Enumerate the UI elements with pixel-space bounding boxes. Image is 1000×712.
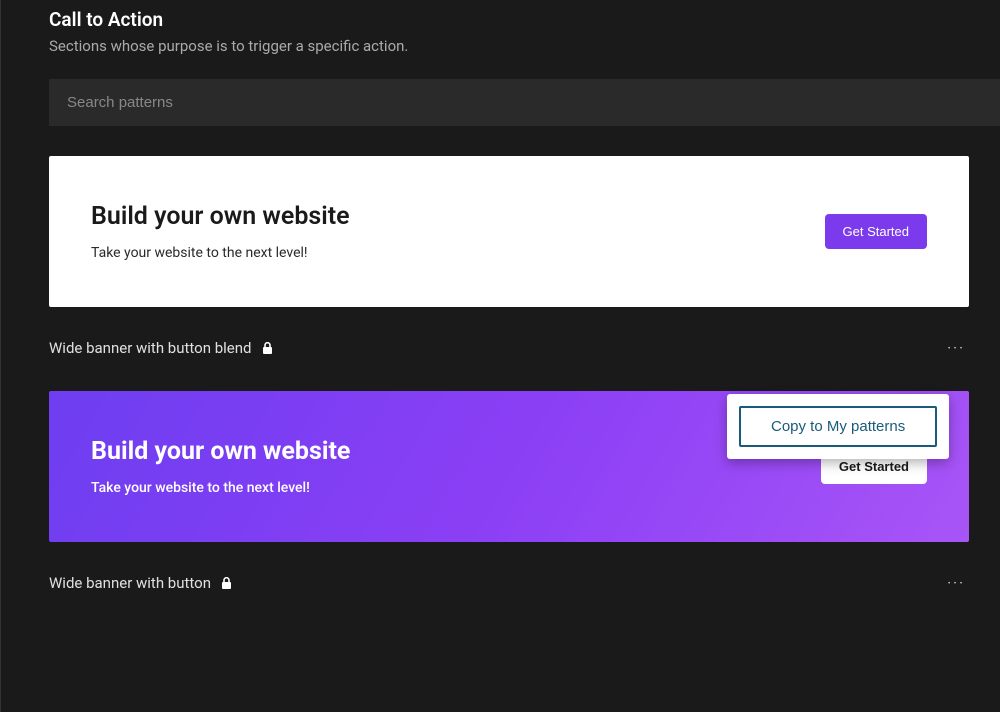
context-menu-popover: Copy to My patterns bbox=[727, 394, 949, 459]
banner-title: Build your own website bbox=[91, 437, 350, 466]
lock-icon bbox=[262, 342, 273, 355]
more-icon[interactable]: ··· bbox=[943, 570, 969, 596]
more-icon[interactable]: ··· bbox=[943, 335, 969, 361]
pattern-preview-white[interactable]: Build your own website Take your website… bbox=[49, 156, 969, 307]
pattern-label-row: Wide banner with button ··· bbox=[49, 570, 969, 596]
banner-subtitle: Take your website to the next level! bbox=[91, 245, 350, 261]
pattern-label-row: Wide banner with button blend ··· bbox=[49, 335, 969, 361]
banner-title: Build your own website bbox=[91, 202, 350, 231]
page-title: Call to Action bbox=[49, 8, 1000, 31]
pattern-label: Wide banner with button bbox=[49, 574, 211, 592]
lock-icon bbox=[221, 577, 232, 590]
page-subtitle: Sections whose purpose is to trigger a s… bbox=[49, 37, 1000, 55]
pattern-label: Wide banner with button blend bbox=[49, 339, 252, 357]
banner-subtitle: Take your website to the next level! bbox=[91, 480, 350, 496]
copy-to-my-patterns-button[interactable]: Copy to My patterns bbox=[739, 406, 937, 447]
search-input[interactable] bbox=[49, 79, 1000, 126]
get-started-button[interactable]: Get Started bbox=[825, 214, 927, 249]
